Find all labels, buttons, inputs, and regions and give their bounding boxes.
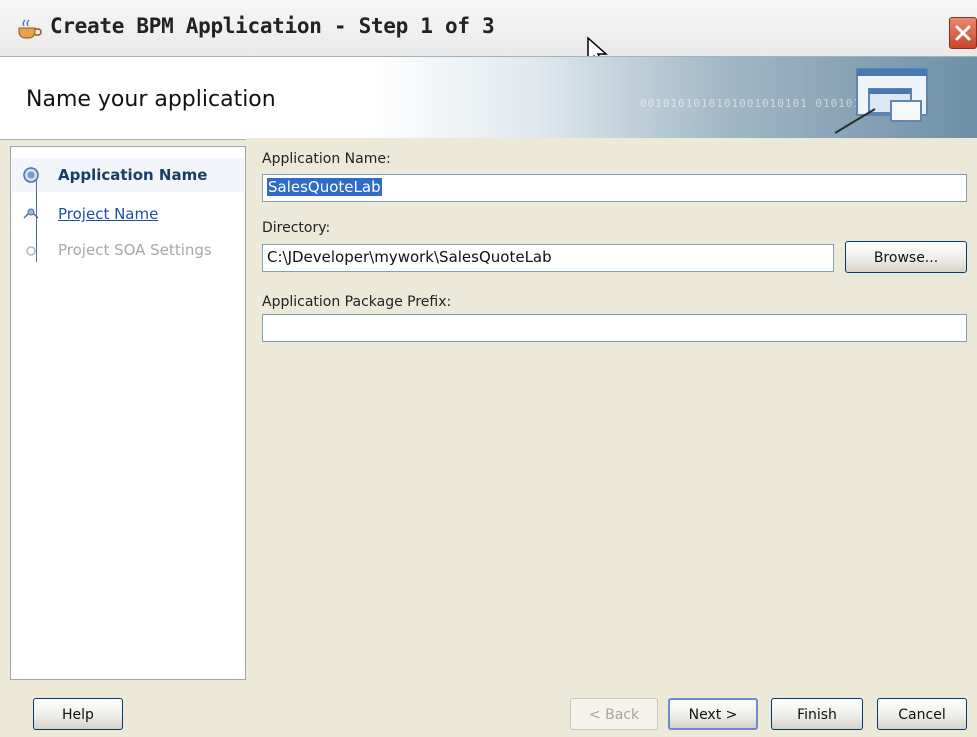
wizard-steps-panel — [10, 146, 246, 680]
application-name-label: Application Name: — [262, 151, 391, 167]
application-name-field[interactable]: SalesQuoteLab — [262, 174, 967, 202]
step-project-soa-settings: Project SOA Settings — [58, 241, 212, 259]
close-icon — [955, 25, 971, 41]
package-prefix-label: Application Package Prefix: — [262, 294, 452, 310]
directory-value: C:\JDeveloper\mywork\SalesQuoteLab — [267, 248, 552, 266]
step-node-icon — [23, 208, 39, 219]
disabled-step-icon — [26, 246, 36, 256]
directory-label: Directory: — [262, 220, 331, 236]
current-step-icon — [23, 167, 39, 183]
browse-button[interactable]: Browse... — [845, 241, 967, 273]
application-name-value: SalesQuoteLab — [267, 178, 382, 196]
page-title: Name your application — [26, 87, 276, 112]
directory-field[interactable]: C:\JDeveloper\mywork\SalesQuoteLab — [262, 244, 834, 272]
package-prefix-field[interactable] — [262, 314, 967, 342]
help-button[interactable]: Help — [33, 698, 123, 730]
form-panel — [246, 138, 977, 680]
next-button[interactable]: Next > — [668, 698, 758, 730]
coffee-cup-icon — [18, 19, 42, 39]
step-application-name: Application Name — [58, 166, 208, 184]
close-button[interactable] — [949, 17, 977, 49]
cancel-button[interactable]: Cancel — [877, 698, 967, 730]
step-project-name[interactable]: Project Name — [58, 205, 158, 223]
back-button[interactable]: < Back — [570, 698, 658, 730]
windows-wizard-icon — [835, 68, 928, 134]
finish-button[interactable]: Finish — [771, 698, 863, 730]
wizard-header-banner: Name your application 001010101010100101… — [0, 56, 977, 140]
window-title: Create BPM Application - Step 1 of 3 — [50, 14, 495, 38]
title-bar: Create BPM Application - Step 1 of 3 — [0, 0, 977, 69]
